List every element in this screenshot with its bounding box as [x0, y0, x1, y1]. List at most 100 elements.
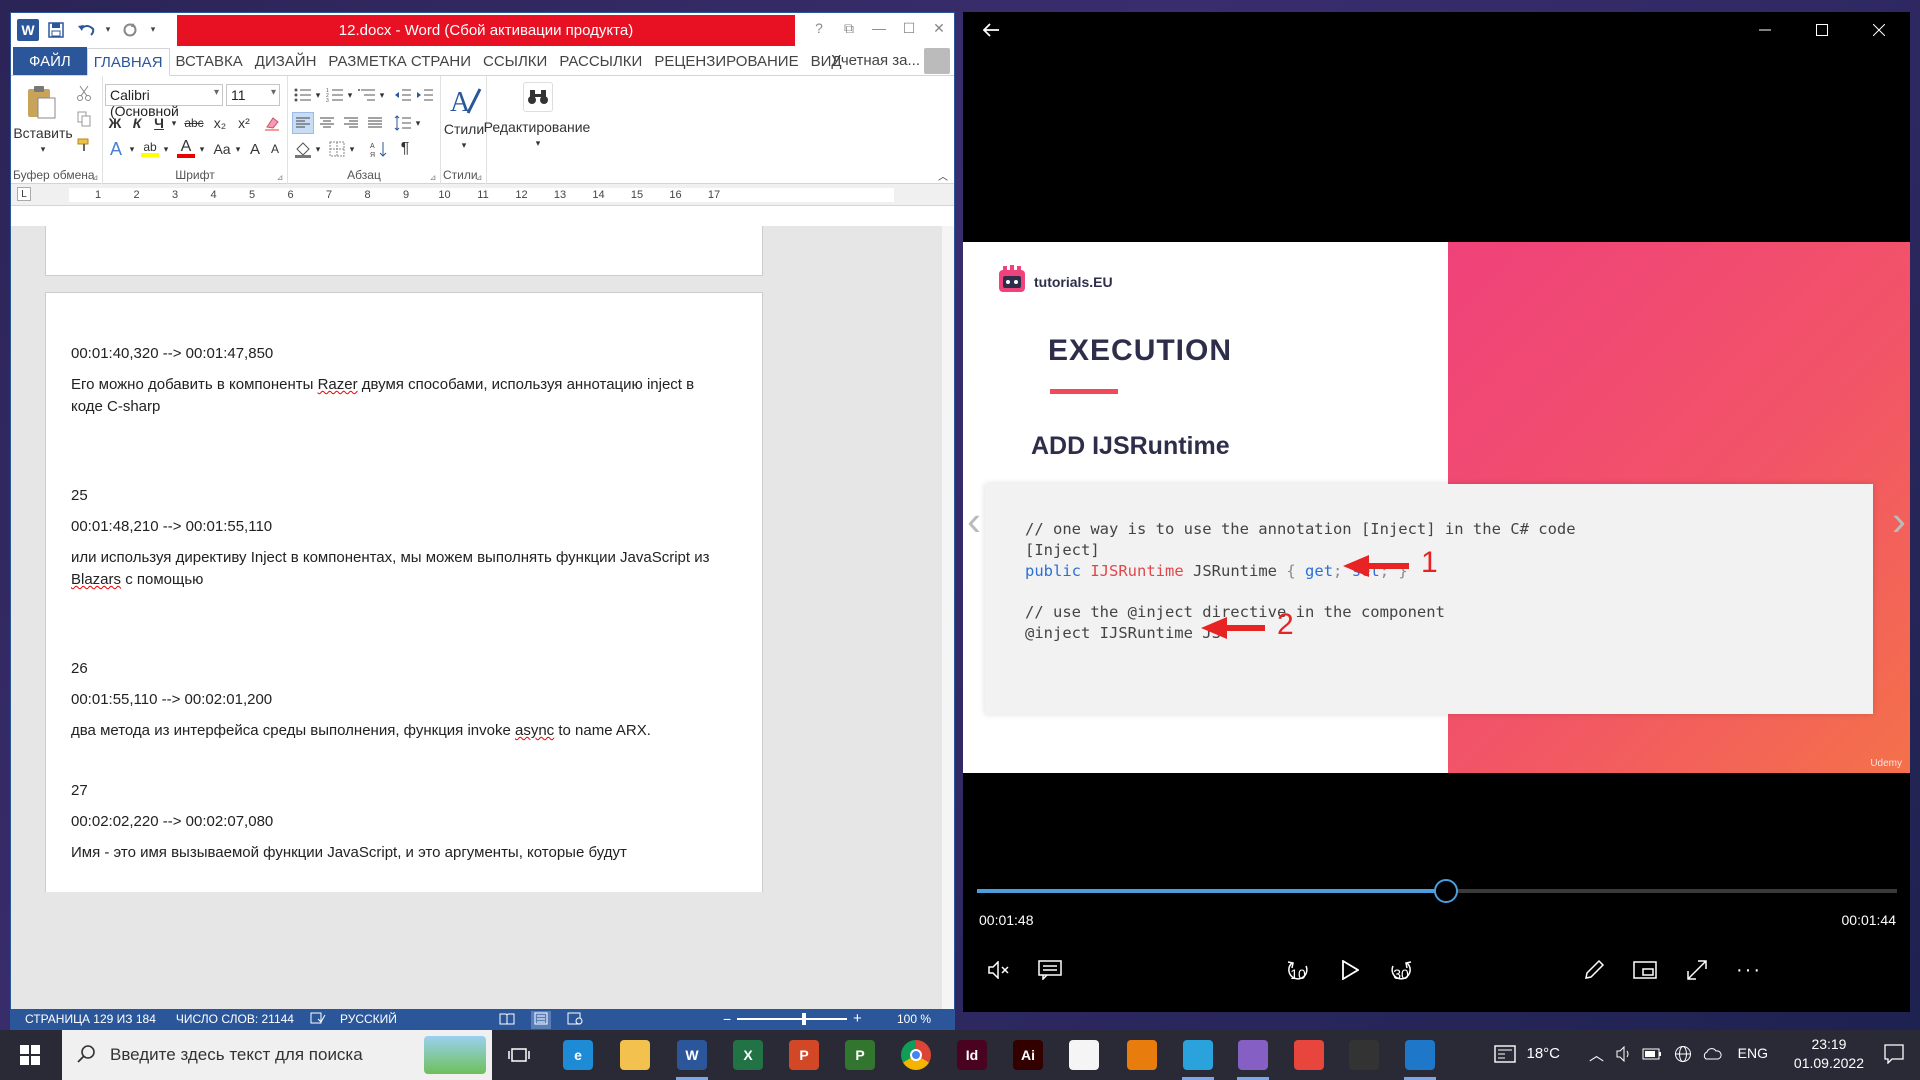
find-binoculars-icon[interactable]: [523, 82, 553, 112]
multilevel-list-icon[interactable]: [356, 84, 378, 106]
print-layout-icon[interactable]: [531, 1011, 551, 1029]
show-marks-button[interactable]: ¶: [394, 138, 416, 160]
bullets-dropdown-icon[interactable]: ▾: [314, 84, 322, 106]
taskbar-app-edge[interactable]: e: [552, 1030, 604, 1080]
document-scrollbar[interactable]: [942, 226, 954, 1023]
tab-home[interactable]: ГЛАВНАЯ: [86, 48, 170, 76]
font-name-select[interactable]: Calibri (Основной: [105, 84, 223, 119]
volume-icon[interactable]: [1616, 1045, 1632, 1066]
taskbar-app-movies-tv[interactable]: [1394, 1030, 1446, 1080]
styles-icon[interactable]: A: [447, 82, 483, 118]
styles-button[interactable]: Стили: [441, 120, 487, 138]
notifications-icon[interactable]: [1884, 1044, 1904, 1068]
numbering-icon[interactable]: 123: [324, 84, 346, 106]
seek-bar-thumb[interactable]: [1434, 879, 1458, 903]
tab-review[interactable]: РЕЦЕНЗИРОВАНИЕ: [648, 47, 804, 75]
increase-indent-icon[interactable]: [414, 84, 436, 106]
format-painter-icon[interactable]: [73, 134, 95, 156]
document-paragraph[interactable]: Его можно добавить в компоненты Razer дв…: [71, 374, 711, 418]
taskbar-app-terminal[interactable]: [1338, 1030, 1390, 1080]
horizontal-ruler[interactable]: L 1 2 3 4 5 6 7 8 9 10 11 12 13 14 15 16 17: [11, 184, 954, 206]
shrink-font-button[interactable]: A: [266, 138, 284, 160]
input-language[interactable]: ENG: [1738, 1045, 1768, 1061]
word-count[interactable]: ЧИСЛО СЛОВ: 21144: [176, 1012, 294, 1026]
collapse-ribbon-icon[interactable]: ︿: [936, 169, 950, 183]
clock[interactable]: 23:19 01.09.2022: [1794, 1035, 1864, 1073]
italic-button[interactable]: К: [127, 112, 147, 134]
subtitles-icon[interactable]: [1030, 950, 1070, 990]
multilevel-dropdown-icon[interactable]: ▾: [378, 84, 386, 106]
tab-layout[interactable]: РАЗМЕТКА СТРАНИ: [322, 47, 477, 75]
zoom-level[interactable]: 100 %: [897, 1012, 931, 1026]
tab-design[interactable]: ДИЗАЙН: [249, 47, 323, 75]
document-paragraph[interactable]: или используя директиву Inject в компоне…: [71, 547, 711, 591]
back-arrow-icon[interactable]: [979, 18, 1003, 42]
tray-chevron-icon[interactable]: ︿: [1589, 1044, 1604, 1065]
spelling-error[interactable]: async: [515, 722, 554, 739]
change-case-dropdown-icon[interactable]: ▾: [233, 138, 243, 160]
seek-bar[interactable]: [977, 879, 1897, 903]
decrease-indent-icon[interactable]: [392, 84, 414, 106]
spelling-error[interactable]: Blazars: [71, 571, 121, 588]
tab-file[interactable]: ФАЙЛ: [13, 47, 87, 75]
align-center-icon[interactable]: [316, 112, 338, 134]
shading-icon[interactable]: [292, 138, 314, 160]
mute-icon[interactable]: [979, 950, 1019, 990]
grow-font-button[interactable]: A: [246, 138, 264, 160]
text-effects-icon[interactable]: A: [105, 138, 127, 160]
clear-formatting-icon[interactable]: [261, 112, 283, 134]
font-color-icon[interactable]: A: [175, 138, 197, 160]
taskbar-app-excel[interactable]: X: [722, 1030, 774, 1080]
text-effects-dropdown-icon[interactable]: ▾: [127, 138, 137, 160]
network-globe-icon[interactable]: [1674, 1045, 1692, 1067]
rewind-10-icon[interactable]: 10: [1278, 950, 1318, 990]
document-paragraph[interactable]: 00:01:40,320 --> 00:01:47,850: [71, 343, 711, 365]
paste-dropdown-icon[interactable]: ▾: [33, 142, 53, 156]
taskbar-app-powerpoint[interactable]: P: [778, 1030, 830, 1080]
shading-dropdown-icon[interactable]: ▾: [314, 138, 322, 160]
maximize-button[interactable]: [1810, 18, 1834, 42]
taskbar-app-illustrator[interactable]: Ai: [1002, 1030, 1054, 1080]
minimize-button[interactable]: —: [864, 13, 894, 43]
save-icon[interactable]: [43, 18, 69, 42]
taskbar-app-git[interactable]: [1283, 1030, 1335, 1080]
document-page[interactable]: 00:01:40,320 --> 00:01:47,850 Его можно д…: [45, 292, 763, 892]
undo-dropdown-icon[interactable]: ▾: [103, 18, 113, 42]
read-mode-icon[interactable]: [499, 1012, 515, 1028]
subscript-button[interactable]: x₂: [209, 112, 231, 134]
styles-dropdown-icon[interactable]: ▾: [455, 138, 473, 152]
help-button[interactable]: ?: [804, 13, 834, 43]
bullets-icon[interactable]: [292, 84, 314, 106]
battery-icon[interactable]: [1642, 1047, 1662, 1064]
account-menu[interactable]: Учетная за...: [831, 52, 920, 69]
strikethrough-button[interactable]: abc: [181, 112, 207, 134]
zoom-slider[interactable]: [737, 1018, 847, 1020]
taskbar-app-explorer[interactable]: [609, 1030, 661, 1080]
highlight-icon[interactable]: ab: [139, 138, 161, 160]
taskbar-app-word[interactable]: W: [666, 1030, 718, 1080]
taskbar-app-project[interactable]: P: [834, 1030, 886, 1080]
taskbar-app-visual-studio[interactable]: [1227, 1030, 1279, 1080]
web-layout-icon[interactable]: [567, 1012, 583, 1028]
underline-dropdown-icon[interactable]: ▾: [169, 112, 179, 134]
fullscreen-icon[interactable]: [1677, 950, 1717, 990]
page-count[interactable]: СТРАНИЦА 129 ИЗ 184: [25, 1012, 156, 1026]
avatar[interactable]: [924, 48, 950, 74]
document-paragraph[interactable]: 27: [71, 780, 711, 802]
edit-pencil-icon[interactable]: [1574, 950, 1614, 990]
close-button[interactable]: ✕: [924, 13, 954, 43]
minimize-button[interactable]: [1753, 18, 1777, 42]
align-left-icon[interactable]: [292, 112, 314, 134]
document-paragraph[interactable]: 26: [71, 658, 711, 680]
editing-button[interactable]: Редактирование: [484, 118, 591, 136]
undo-icon[interactable]: [73, 18, 99, 42]
superscript-button[interactable]: x²: [233, 112, 255, 134]
tab-selector[interactable]: L: [17, 187, 31, 201]
tab-mailings[interactable]: РАССЫЛКИ: [553, 47, 648, 75]
styles-launcher-icon[interactable]: ⊿: [474, 172, 484, 182]
editing-dropdown-icon[interactable]: ▾: [529, 136, 547, 150]
line-spacing-icon[interactable]: [392, 112, 414, 134]
highlight-dropdown-icon[interactable]: ▾: [161, 138, 171, 160]
windows-start-icon[interactable]: [4, 1030, 56, 1080]
taskbar-app-task-view[interactable]: [493, 1030, 545, 1080]
